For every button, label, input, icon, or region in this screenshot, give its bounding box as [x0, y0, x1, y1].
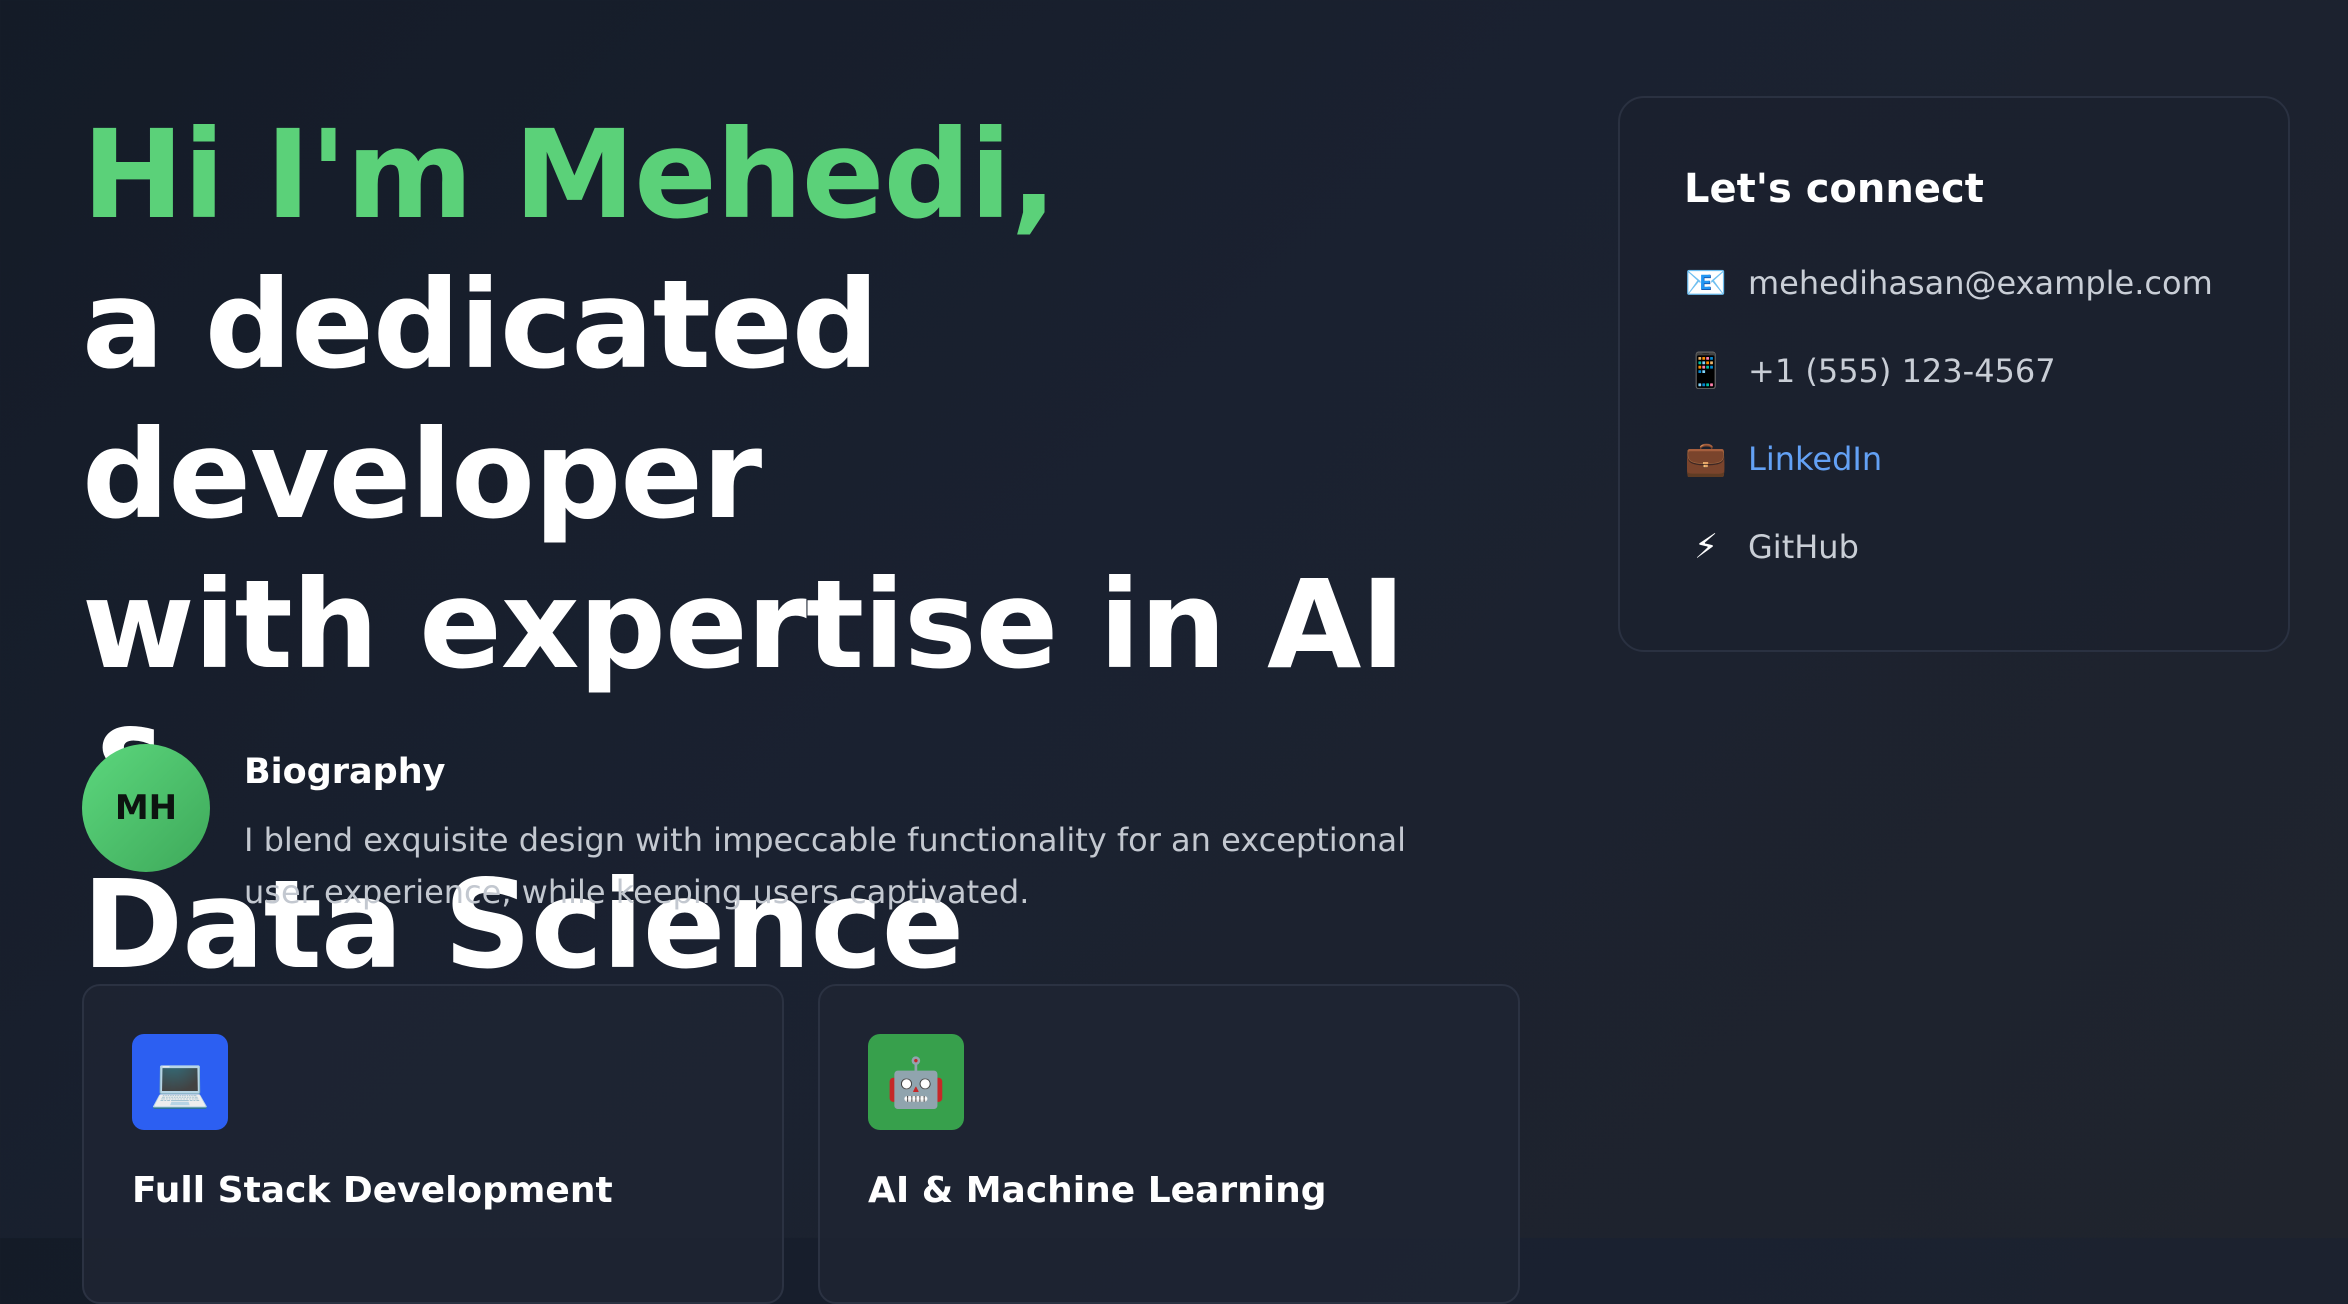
contact-email[interactable]: 📧 mehedihasan@example.com [1684, 254, 2224, 312]
contact-linkedin[interactable]: 💼 LinkedIn [1684, 430, 2224, 488]
contact-phone-text[interactable]: +1 (555) 123-4567 [1748, 352, 2056, 390]
contact-github[interactable]: ⚡ GitHub [1684, 518, 2224, 576]
avatar: MH [82, 744, 210, 872]
biography-body: I blend exquisite design with impeccable… [244, 821, 1406, 911]
biography-title: Biography [244, 752, 446, 792]
hero-greeting: Hi I'm Mehedi, [82, 104, 1057, 246]
lightning-icon: ⚡ [1694, 527, 1718, 567]
email-icon: 📧 [1684, 263, 1728, 303]
laptop-icon: 💻 [132, 1034, 228, 1130]
connect-title: Let's connect [1684, 166, 1984, 212]
robot-icon: 🤖 [868, 1034, 964, 1130]
contact-email-text[interactable]: mehedihasan@example.com [1748, 264, 2213, 302]
contact-phone[interactable]: 📱 +1 (555) 123-4567 [1684, 342, 2224, 400]
connect-panel: Let's connect 📧 mehedihasan@example.com … [1618, 96, 2290, 652]
briefcase-icon: 💼 [1684, 439, 1728, 479]
github-link[interactable]: GitHub [1748, 528, 1859, 566]
service-card-title: AI & Machine Learning [868, 1170, 1327, 1211]
phone-icon: 📱 [1684, 351, 1728, 391]
service-card-title: Full Stack Development [132, 1170, 613, 1211]
service-card-ai-ml[interactable]: 🤖 AI & Machine Learning [818, 984, 1520, 1304]
hero-line-1: a dedicated developer [82, 254, 879, 546]
linkedin-link[interactable]: LinkedIn [1748, 440, 1882, 478]
biography-section: MH Biography I blend exquisite design wi… [82, 744, 1462, 918]
biography-text: Biography I blend exquisite design with … [244, 744, 1444, 918]
service-card-fullstack[interactable]: 💻 Full Stack Development [82, 984, 784, 1304]
